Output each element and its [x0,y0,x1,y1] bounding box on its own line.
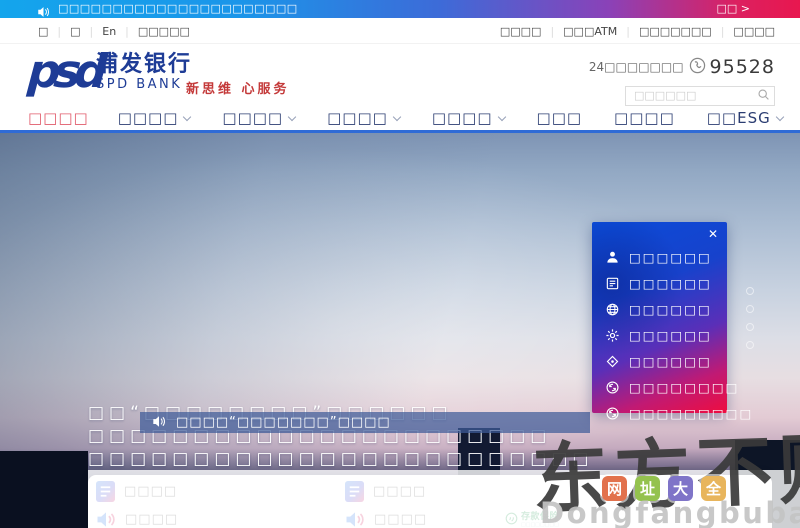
spd-logo-mark[interactable]: psd [26,44,102,98]
user-icon [607,251,618,263]
divider: | [626,25,630,38]
diamond-icon [606,355,619,367]
ticker-headline[interactable]: □□□□“□□□□□□□”□□□□ [176,415,391,430]
quick-login-panel: ✕ □□□□□□ □□□□□□ □□□□□□ □□□□□□ □□□□□□ □□□… [592,222,751,421]
bank-outlet-icon [606,277,619,289]
document-icon [96,480,115,502]
deposit-insurance-title: 存款保险 [521,512,560,522]
nav-item-4[interactable]: □□□□ [311,109,416,127]
close-icon[interactable]: ✕ [708,227,718,241]
service-link-reports[interactable]: □□□□ [345,480,427,502]
hero-banner: □□“□□□□□□□□”□□□□□□ □□□□□□□□□□□□□□□□□□□□□… [0,133,800,528]
divider: | [89,25,94,38]
quick-item-cross-border-1[interactable]: □□□□□□□□ [605,374,753,400]
quick-item-personal-banking[interactable]: □□□□□□ [605,244,753,270]
divider: | [550,25,555,38]
service-column-2: □□□□ □□□□ [345,475,427,528]
brand-slogan: 新思维 心服务 [186,82,290,97]
exchange-icon [606,380,619,394]
chevron-down-icon [775,112,784,122]
globe-icon [606,303,619,315]
nav-item-2[interactable]: □□□□ [102,109,207,127]
util-link-atm[interactable]: □□□ATM [563,25,617,38]
search-icon[interactable] [757,88,770,101]
spd-logo-text[interactable]: 浦发银行 SPD BANK [96,52,193,93]
divider: | [720,25,725,38]
quick-services-card: □□□□ □□□□ □□□□ □□□□ 存款保险 □□□□□□□□ [88,475,772,528]
nav-item-6[interactable]: □□□ [521,109,599,127]
quick-item-services[interactable]: □□□□□□ [605,322,753,348]
utility-left: □ | □ | En | □□□□□ [38,25,190,38]
speaker-icon [152,413,166,432]
quick-login-list: □□□□□□ □□□□□□ □□□□□□ □□□□□□ □□□□□□ □□□□□… [605,244,753,426]
chevron-down-icon [183,112,192,122]
speaker-icon [97,511,115,527]
service-hotline: 24□□□□□□□ 95528 [589,56,775,78]
nav-item-home[interactable]: □□□□ [15,109,102,127]
divider: | [57,25,62,38]
news-ticker-bar[interactable]: □□□□“□□□□□□□”□□□□ [140,412,590,433]
utility-bar: □ | □ | En | □□□□□ □□□□ | □□□ATM | □□□□□□□ | □… [0,18,800,44]
util-link-3[interactable]: □□□□□□□ [639,25,712,38]
util-link-4[interactable]: □□□□ [733,25,775,38]
announcement-more-link[interactable]: □□ > [717,2,751,15]
search-box [625,84,775,106]
building [0,451,88,528]
speaker-icon [346,511,364,527]
utility-right: □□□□ | □□□ATM | □□□□□□□ | □□□□ [500,25,775,38]
document-icon [345,480,364,502]
service-column-1: □□□□ □□□□ [96,475,178,528]
quick-item-direct-bank[interactable]: □□□□□□ [605,348,753,374]
announcement-bar: □□□□□□□□□□□□□□□□□□□□□□ □□ > [0,0,800,18]
nav-item-esg[interactable]: □□ESG [691,109,799,127]
chevron-down-icon [392,112,402,122]
gear-icon [606,328,619,342]
hotline-label: 24□□□□□□□ [588,60,684,74]
nav-item-7[interactable]: □□□□ [598,109,691,127]
service-link-alerts[interactable]: □□□□ [345,508,427,528]
site-header: psd 浦发银行 SPD BANK 新思维 心服务 24□□□□□□□ 9552… [0,44,800,106]
accessibility-link[interactable]: □□□□□ [138,25,190,38]
chevron-down-icon [497,112,506,122]
service-link-notices[interactable]: □□□□ [96,508,178,528]
chevron-down-icon [287,112,297,122]
nav-item-3[interactable]: □□□□ [206,109,311,127]
announcement-text[interactable]: □□□□□□□□□□□□□□□□□□□□□□ [58,2,298,15]
quick-item-corporate-banking[interactable]: □□□□□□ [605,270,753,296]
divider: | [125,25,129,38]
search-input[interactable] [625,85,775,106]
hotline-number: 95528 [709,56,775,78]
logo-chinese: 浦发银行 [96,52,193,77]
spd-bank-homepage: □□□□□□□□□□□□□□□□□□□□□□ □□ > □ | □ | En | □□… [0,0,800,528]
hero-headline-line3: □□□□□□□□□□□□□□□□□□□□□□□□ [88,449,594,469]
quick-item-cross-border-2[interactable]: □□□□□□□□□ [605,400,753,426]
lang-english-link[interactable]: En [102,25,116,38]
deposit-insurance-icon [505,512,518,525]
lang-simplified-link[interactable]: □ [38,25,48,38]
util-link-1[interactable]: □□□□ [500,25,542,38]
deposit-insurance-subtitle: □□□□□□□□ [521,522,559,528]
lang-traditional-link[interactable]: □ [70,25,80,38]
service-link-announcements[interactable]: □□□□ [96,480,178,502]
exchange-icon [606,406,619,420]
nav-item-5[interactable]: □□□□ [416,109,521,127]
main-navigation: □□□□ □□□□ □□□□ □□□□ □□□□ □□□ □□□□ □□ESG … [0,106,800,133]
quick-item-international[interactable]: □□□□□□ [605,296,753,322]
deposit-insurance-badge: 存款保险 □□□□□□□□ [505,512,559,528]
phone-icon [689,57,706,78]
logo-english: SPD BANK [96,77,183,92]
